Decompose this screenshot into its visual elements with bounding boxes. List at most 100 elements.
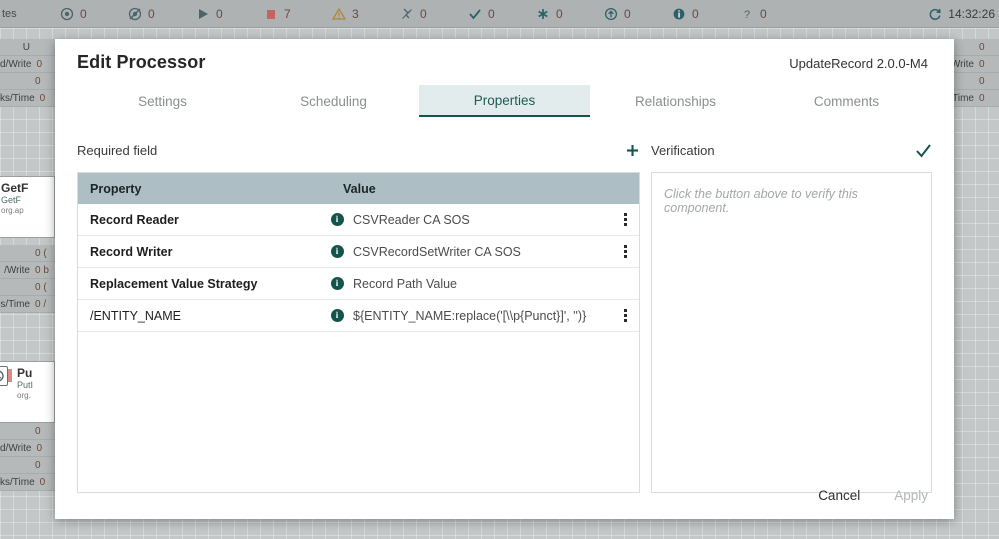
property-info-cell: i — [326, 245, 348, 258]
table-row[interactable]: Replacement Value Strategy i Record Path… — [78, 268, 639, 300]
verification-panel: Click the button above to verify this co… — [651, 172, 932, 493]
processor-header: Pu PutI org. — [0, 362, 54, 401]
properties-table-header: Property Value — [78, 173, 639, 204]
info-icon[interactable]: i — [330, 309, 344, 322]
property-value[interactable]: CSVRecordSetWriter CA SOS — [348, 245, 611, 259]
processor-version-label: UpdateRecord 2.0.0-M4 — [789, 56, 928, 71]
tab-label: Properties — [473, 92, 536, 108]
question-icon: ? — [740, 7, 754, 21]
processor-name: GetF — [1, 182, 29, 195]
processor-node-getfile[interactable]: GetF GetF org.ap — [0, 176, 55, 238]
stat-row: 0 — [0, 423, 55, 440]
property-value[interactable]: CSVReader CA SOS — [348, 213, 611, 227]
tab-scheduling[interactable]: Scheduling — [248, 85, 419, 117]
check-icon — [916, 143, 931, 158]
processor-type: GetF — [1, 195, 22, 205]
status-item-disconnected[interactable]: 0 — [400, 7, 468, 21]
stat-row: 0 ( — [0, 245, 55, 262]
stat-label: /Write — [4, 264, 30, 276]
play-icon — [196, 7, 210, 21]
status-item-target[interactable]: 0 — [60, 7, 128, 21]
stat-row: U — [0, 39, 55, 56]
tab-comments[interactable]: Comments — [761, 85, 932, 117]
tab-relationships[interactable]: Relationships — [590, 85, 761, 117]
tab-properties[interactable]: Properties — [419, 85, 590, 117]
info-icon[interactable]: i — [330, 245, 344, 258]
property-name: Record Writer — [90, 244, 173, 259]
processor-node-put[interactable]: Pu PutI org. — [0, 361, 55, 423]
stat-value: 0 — [35, 459, 41, 471]
column-header-property: Property — [90, 181, 142, 196]
property-info-cell: i — [326, 309, 348, 322]
cancel-button[interactable]: Cancel — [814, 486, 864, 505]
stat-label: ks/Time — [0, 92, 35, 104]
tab-settings[interactable]: Settings — [77, 85, 248, 117]
status-count: 0 — [556, 6, 563, 21]
warning-icon — [332, 7, 346, 21]
canvas-left-stats-top: U d/Write 0 0 ks/Time 0 — [0, 39, 55, 107]
status-item-unknown[interactable]: ? 0 — [740, 7, 808, 21]
status-item-not-transmitting[interactable]: 0 — [128, 7, 196, 21]
status-item-info[interactable]: 0 — [672, 7, 740, 21]
property-menu-cell — [611, 211, 639, 228]
stat-row: 0 — [0, 73, 55, 90]
target-icon — [60, 7, 74, 21]
tab-label: Scheduling — [300, 93, 367, 109]
svg-text:?: ? — [744, 9, 750, 21]
status-count: 0 — [488, 6, 495, 21]
add-property-button[interactable] — [625, 143, 640, 158]
dialog-footer: Cancel Apply — [814, 486, 932, 505]
verify-button[interactable] — [915, 143, 932, 158]
status-item-invalid[interactable]: 3 — [332, 7, 400, 21]
status-item-running[interactable]: 0 — [196, 7, 264, 21]
status-count: 0 — [148, 6, 155, 21]
property-info-cell: i — [326, 277, 348, 290]
processor-glyph-icon — [0, 366, 8, 386]
info-icon[interactable]: i — [330, 213, 344, 226]
status-count: 0 — [80, 6, 87, 21]
status-timestamp: 14:32:26 — [948, 6, 995, 21]
no-transmit-icon — [128, 7, 142, 21]
property-value[interactable]: ${ENTITY_NAME:replace('[\\p{Punct}]', ''… — [348, 309, 611, 323]
column-header-value: Value — [343, 181, 376, 196]
disconnected-plug-icon — [400, 7, 414, 21]
kebab-menu-icon[interactable] — [622, 211, 629, 228]
stat-value: 0 b — [35, 264, 49, 276]
table-row[interactable]: Record Writer i CSVRecordSetWriter CA SO… — [78, 236, 639, 268]
status-item-asterisk[interactable]: 0 — [536, 7, 604, 21]
apply-button: Apply — [890, 486, 932, 505]
check-icon — [468, 7, 482, 21]
info-icon[interactable]: i — [330, 277, 344, 290]
status-item-stopped[interactable]: 7 — [264, 7, 332, 21]
status-count: 0 — [216, 6, 223, 21]
stat-row: d/Write 0 — [0, 56, 55, 73]
tab-label: Relationships — [634, 93, 717, 109]
stat-value: 0 — [39, 92, 46, 104]
stat-value: 0 — [979, 41, 985, 53]
verification-label: Verification — [651, 142, 715, 158]
table-row[interactable]: Record Reader i CSVReader CA SOS — [78, 204, 639, 236]
kebab-menu-icon[interactable] — [622, 307, 629, 324]
property-value[interactable]: Record Path Value — [348, 277, 611, 291]
status-item-up-to-date[interactable]: 0 — [604, 7, 672, 21]
stat-value: 0 — [35, 425, 41, 437]
info-filled-icon — [672, 7, 686, 21]
stat-value: 0 ( — [35, 281, 47, 293]
refresh-icon[interactable] — [928, 7, 942, 21]
plus-icon — [627, 144, 638, 156]
status-item-valid[interactable]: 0 — [468, 7, 536, 21]
status-count: 0 — [760, 6, 767, 21]
processor-package: org. — [17, 391, 31, 400]
stat-row: s/Time 0 / — [0, 296, 55, 313]
status-refresh-group[interactable]: 14:32:26 — [928, 7, 999, 21]
stat-row: ks/Time 0 — [0, 474, 55, 491]
edit-processor-dialog: Edit Processor UpdateRecord 2.0.0-M4 Set… — [55, 39, 954, 519]
stat-label: U — [22, 41, 30, 53]
stat-value: 0 — [979, 58, 985, 70]
tab-label: Settings — [138, 93, 187, 109]
processor-name: Pu — [17, 367, 33, 380]
property-name: Record Reader — [90, 212, 179, 227]
table-row[interactable]: /ENTITY_NAME i ${ENTITY_NAME:replace('[\… — [78, 300, 639, 332]
asterisk-icon — [536, 7, 550, 21]
kebab-menu-icon[interactable] — [622, 243, 629, 260]
